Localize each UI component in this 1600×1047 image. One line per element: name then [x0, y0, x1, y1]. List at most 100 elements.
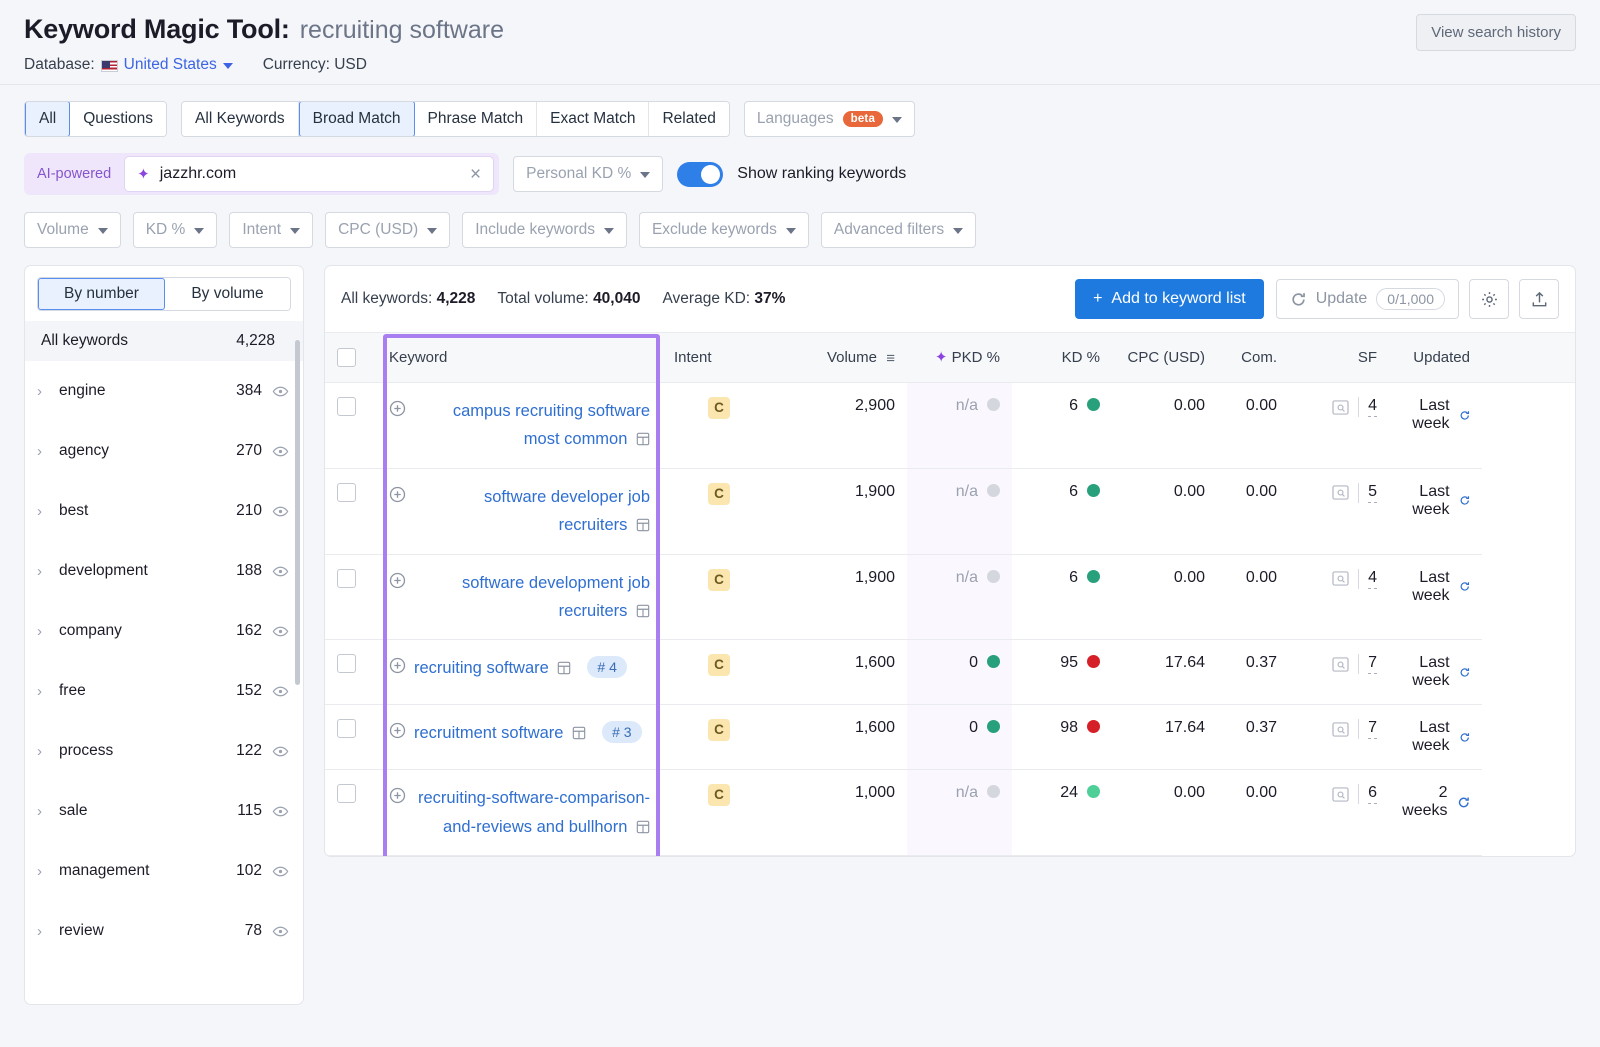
add-to-keyword-list-button[interactable]: + Add to keyword list — [1075, 279, 1264, 319]
col-header-cpc-usd[interactable]: CPC (USD) — [1112, 332, 1217, 383]
row-checkbox[interactable] — [337, 719, 356, 739]
keyword-link[interactable]: software developer job recruiters — [414, 483, 650, 540]
intent-badge[interactable]: C — [708, 568, 730, 591]
col-header-com[interactable]: Com. — [1217, 332, 1289, 383]
row-checkbox[interactable] — [337, 397, 356, 416]
intent-badge[interactable]: C — [708, 719, 730, 742]
sidebar-item-review[interactable]: › review 78 — [25, 901, 303, 961]
serp-features-icon[interactable] — [557, 661, 571, 675]
add-keyword-icon[interactable] — [389, 787, 406, 804]
personal-kd-dropdown[interactable]: Personal KD % — [513, 156, 664, 192]
col-header-pkd[interactable]: ✦ PKD % — [907, 332, 1012, 383]
intent-badge[interactable]: C — [708, 784, 730, 807]
sidebar-item-sale[interactable]: › sale 115 — [25, 781, 303, 841]
sort-icon[interactable]: ≡ — [882, 350, 895, 367]
sidebar-item-management[interactable]: › management 102 — [25, 841, 303, 901]
eye-icon[interactable] — [272, 563, 289, 580]
serp-features-icon[interactable] — [636, 518, 650, 532]
match-tab-exact-match[interactable]: Exact Match — [537, 102, 650, 136]
filter-volume-dropdown[interactable]: Volume — [24, 212, 121, 248]
keyword-link[interactable]: recruiting software — [414, 654, 571, 682]
match-tab-broad-match[interactable]: Broad Match — [298, 102, 415, 136]
database-selector[interactable]: Database: United States — [24, 56, 233, 74]
add-keyword-icon[interactable] — [389, 572, 406, 589]
refresh-icon[interactable] — [1459, 729, 1470, 746]
domain-input-wrap[interactable]: ✦ jazzhr.com × — [124, 156, 495, 192]
eye-icon[interactable] — [272, 383, 289, 400]
refresh-icon[interactable] — [1459, 578, 1470, 595]
match-tab-all-keywords[interactable]: All Keywords — [182, 102, 299, 136]
add-keyword-icon[interactable] — [389, 486, 406, 503]
row-checkbox[interactable] — [337, 784, 356, 804]
filter-intent-dropdown[interactable]: Intent — [229, 212, 314, 248]
keyword-link[interactable]: recruiting-software-comparison-and-revie… — [414, 784, 650, 841]
select-all-checkbox[interactable] — [337, 348, 356, 367]
show-ranking-keywords-toggle[interactable] — [677, 161, 724, 187]
intent-badge[interactable]: C — [708, 654, 730, 677]
languages-dropdown[interactable]: Languages beta — [743, 101, 916, 137]
eye-icon[interactable] — [272, 683, 289, 700]
serp-feature-icon[interactable] — [1332, 485, 1349, 500]
export-button[interactable] — [1519, 279, 1559, 319]
keyword-link[interactable]: recruitment software — [414, 719, 586, 747]
match-tab-related[interactable]: Related — [649, 102, 729, 136]
serp-feature-icon[interactable] — [1332, 657, 1349, 672]
col-header-sf[interactable]: SF — [1289, 332, 1389, 383]
eye-icon[interactable] — [272, 743, 289, 760]
eye-icon[interactable] — [272, 623, 289, 640]
row-checkbox[interactable] — [337, 568, 356, 588]
sidebar-all-keywords[interactable]: All keywords 4,228 — [25, 321, 303, 361]
sidebar-item-process[interactable]: › process 122 — [25, 721, 303, 781]
row-checkbox[interactable] — [337, 654, 356, 674]
filter-tab-questions[interactable]: Questions — [70, 102, 167, 136]
sidebar-item-best[interactable]: › best 210 — [25, 481, 303, 541]
filter-exclude-keywords-dropdown[interactable]: Exclude keywords — [638, 212, 809, 248]
filter-tab-all[interactable]: All — [25, 102, 71, 136]
serp-features-icon[interactable] — [572, 726, 586, 740]
update-button[interactable]: Update 0/1,000 — [1275, 279, 1459, 319]
add-keyword-icon[interactable] — [389, 400, 406, 417]
sidebar-tab-by-volume[interactable]: By volume — [165, 278, 290, 310]
intent-badge[interactable]: C — [708, 397, 730, 419]
domain-input-value[interactable]: jazzhr.com — [160, 165, 460, 183]
serp-features-icon[interactable] — [636, 820, 650, 834]
filter-kd--dropdown[interactable]: KD % — [132, 212, 218, 248]
keyword-link[interactable]: software development job recruiters — [414, 569, 650, 626]
sidebar-tab-by-number[interactable]: By number — [38, 278, 165, 310]
col-header-updated[interactable]: Updated — [1389, 332, 1482, 383]
col-header-kd[interactable]: KD % — [1012, 332, 1112, 383]
col-header-intent[interactable]: Intent — [662, 332, 742, 383]
settings-button[interactable] — [1469, 279, 1509, 319]
clear-icon[interactable]: × — [470, 165, 481, 184]
sidebar-scrollbar[interactable] — [295, 340, 300, 685]
serp-feature-icon[interactable] — [1332, 787, 1349, 802]
eye-icon[interactable] — [272, 443, 289, 460]
eye-icon[interactable] — [272, 923, 289, 940]
eye-icon[interactable] — [272, 803, 289, 820]
serp-features-icon[interactable] — [636, 432, 650, 446]
keyword-link[interactable]: campus recruiting software most common — [414, 397, 650, 454]
col-header-volume[interactable]: Volume ≡ — [742, 332, 907, 383]
refresh-icon[interactable] — [1457, 794, 1470, 811]
row-checkbox[interactable] — [337, 482, 356, 502]
refresh-icon[interactable] — [1459, 492, 1470, 509]
filter-advanced-filters-dropdown[interactable]: Advanced filters — [820, 212, 977, 248]
sidebar-item-company[interactable]: › company 162 — [25, 601, 303, 661]
intent-badge[interactable]: C — [708, 482, 730, 505]
serp-feature-icon[interactable] — [1332, 722, 1349, 737]
sidebar-item-development[interactable]: › development 188 — [25, 541, 303, 601]
eye-icon[interactable] — [272, 863, 289, 880]
serp-features-icon[interactable] — [636, 604, 650, 618]
view-search-history-button[interactable]: View search history — [1416, 14, 1576, 51]
serp-feature-icon[interactable] — [1332, 571, 1349, 586]
refresh-icon[interactable] — [1459, 664, 1470, 681]
refresh-icon[interactable] — [1459, 407, 1470, 424]
sidebar-item-engine[interactable]: › engine 384 — [25, 361, 303, 421]
add-keyword-icon[interactable] — [389, 657, 406, 674]
eye-icon[interactable] — [272, 503, 289, 520]
match-tab-phrase-match[interactable]: Phrase Match — [414, 102, 538, 136]
sidebar-item-free[interactable]: › free 152 — [25, 661, 303, 721]
filter-cpc-usd--dropdown[interactable]: CPC (USD) — [325, 212, 451, 248]
serp-feature-icon[interactable] — [1332, 399, 1349, 415]
col-header-keyword[interactable]: Keyword — [377, 332, 662, 383]
